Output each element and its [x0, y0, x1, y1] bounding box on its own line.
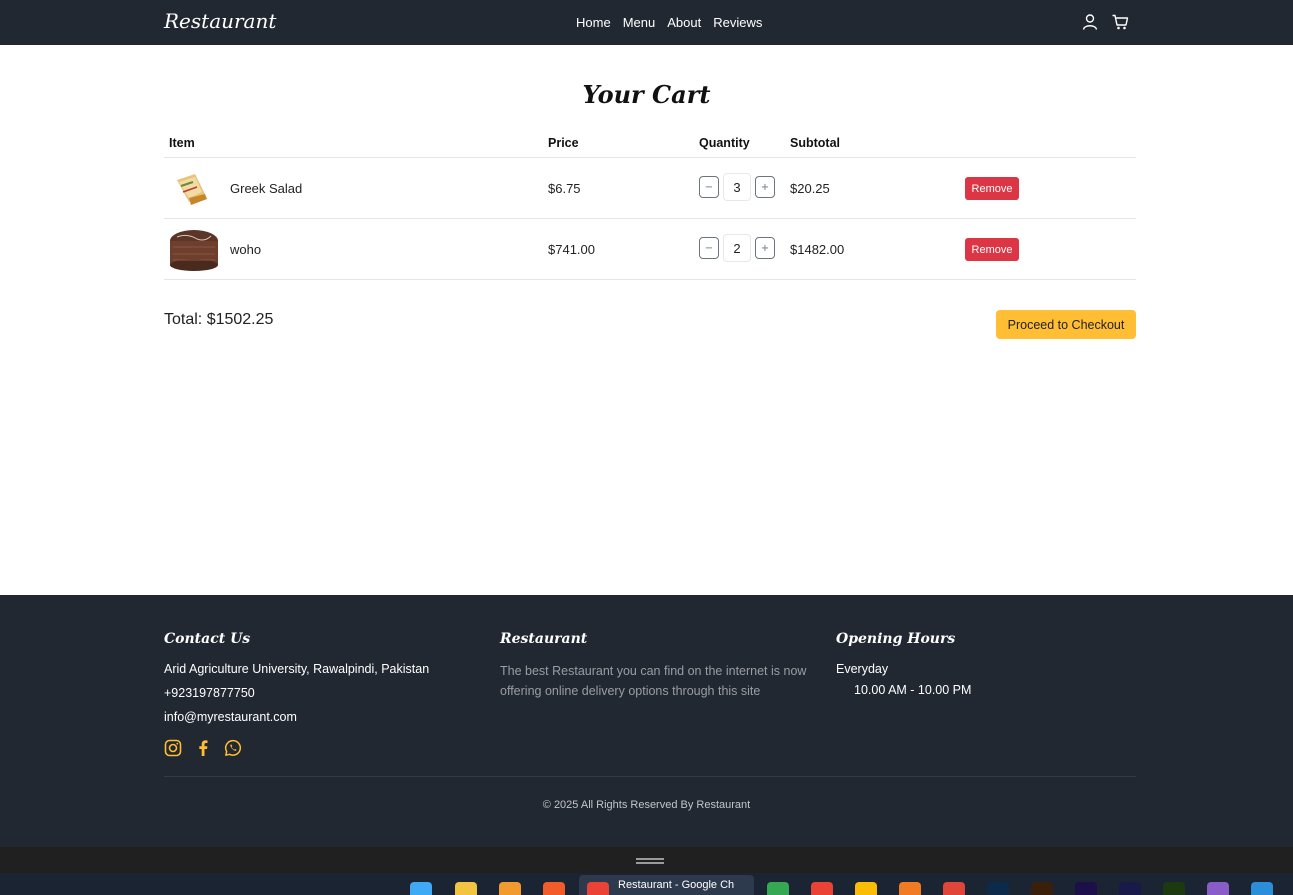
item-image: [169, 227, 219, 272]
column-header-price: Price: [548, 136, 579, 150]
after-effects-icon[interactable]: [1119, 882, 1141, 895]
item-subtotal: $1482.00: [790, 242, 845, 257]
remove-button[interactable]: Remove: [965, 238, 1019, 261]
about-heading: Restaurant: [500, 631, 588, 647]
quantity-value[interactable]: 3: [723, 173, 751, 201]
column-header-item: Item: [169, 136, 195, 150]
quantity-stepper: − 3 +: [699, 173, 775, 201]
taskbar: Restaurant - Google Ch: [0, 847, 1293, 895]
cart-table: Item Price Quantity Subtotal Greek Salad…: [164, 128, 1136, 280]
navbar: Restaurant Home Menu About Reviews: [0, 0, 1293, 45]
user-icon[interactable]: [1081, 13, 1099, 31]
visual-studio-icon[interactable]: [1207, 882, 1229, 895]
windows-start-icon[interactable]: [410, 882, 432, 895]
increment-button[interactable]: +: [755, 237, 775, 259]
nav-home[interactable]: Home: [576, 15, 611, 30]
vscode-icon[interactable]: [1251, 882, 1273, 895]
page-title: Your Cart: [582, 80, 711, 109]
facebook-icon[interactable]: [194, 739, 212, 757]
footer: Contact Us Arid Agriculture University, …: [0, 595, 1293, 847]
quantity-stepper: − 2 +: [699, 234, 775, 262]
item-price: $741.00: [548, 242, 595, 257]
table-row: Greek Salad $6.75 − 3 + $20.25 Remove: [164, 158, 1136, 219]
item-subtotal: $20.25: [790, 181, 830, 196]
file-explorer-icon[interactable]: [455, 882, 477, 895]
firefox-icon[interactable]: [499, 882, 521, 895]
cart-icon[interactable]: [1111, 13, 1129, 31]
column-header-subtotal: Subtotal: [790, 136, 840, 150]
illustrator-icon[interactable]: [1031, 882, 1053, 895]
taskbar-window-title: Restaurant - Google Ch: [618, 879, 735, 891]
dreamweaver-icon[interactable]: [1163, 882, 1185, 895]
nav-about[interactable]: About: [667, 15, 701, 30]
hours-days: Everyday: [836, 662, 889, 676]
table-row: woho $741.00 − 2 + $1482.00 Remove: [164, 219, 1136, 280]
photoshop-icon[interactable]: [987, 882, 1009, 895]
whatsapp-icon[interactable]: [224, 739, 242, 757]
blender-icon[interactable]: [899, 882, 921, 895]
decrement-button[interactable]: −: [699, 237, 719, 259]
item-image: [169, 166, 219, 211]
checkout-button[interactable]: Proceed to Checkout: [996, 310, 1136, 339]
item-name: Greek Salad: [230, 181, 303, 196]
cart-total: Total: $1502.25: [164, 311, 274, 328]
table-header: Item Price Quantity Subtotal: [164, 128, 1136, 158]
premiere-icon[interactable]: [1075, 882, 1097, 895]
quantity-value[interactable]: 2: [723, 234, 751, 262]
remove-button[interactable]: Remove: [965, 177, 1019, 200]
footer-divider: [164, 776, 1136, 777]
chrome-profile-icon[interactable]: [855, 882, 877, 895]
chrome-profile-icon[interactable]: [767, 882, 789, 895]
decrement-button[interactable]: −: [699, 176, 719, 198]
chrome-icon: [587, 882, 609, 895]
taskbar-active-window[interactable]: Restaurant - Google Ch: [579, 875, 754, 895]
item-name: woho: [230, 242, 262, 257]
increment-button[interactable]: +: [755, 176, 775, 198]
contact-phone[interactable]: +923197877750: [164, 686, 255, 700]
nav-reviews[interactable]: Reviews: [713, 15, 762, 30]
contact-email[interactable]: info@myrestaurant.com: [164, 710, 297, 724]
app-icon[interactable]: [943, 882, 965, 895]
column-header-quantity: Quantity: [699, 136, 750, 150]
instagram-icon[interactable]: [164, 739, 182, 757]
chrome-profile-icon[interactable]: [811, 882, 833, 895]
drag-handle-icon[interactable]: [636, 858, 664, 860]
copyright-text: © 2025 All Rights Reserved By Restaurant: [542, 799, 751, 811]
nav-menu[interactable]: Menu: [623, 15, 656, 30]
brand-logo[interactable]: Restaurant: [164, 9, 276, 33]
contact-address: Arid Agriculture University, Rawalpindi,…: [164, 662, 430, 676]
nav-links: Home Menu About Reviews: [576, 15, 762, 30]
about-description: The best Restaurant you can find on the …: [500, 664, 807, 698]
hours-heading: Opening Hours: [836, 631, 956, 647]
contact-heading: Contact Us: [164, 631, 251, 647]
hours-time: 10.00 AM - 10.00 PM: [854, 683, 972, 697]
brave-icon[interactable]: [543, 882, 565, 895]
item-price: $6.75: [548, 181, 581, 196]
